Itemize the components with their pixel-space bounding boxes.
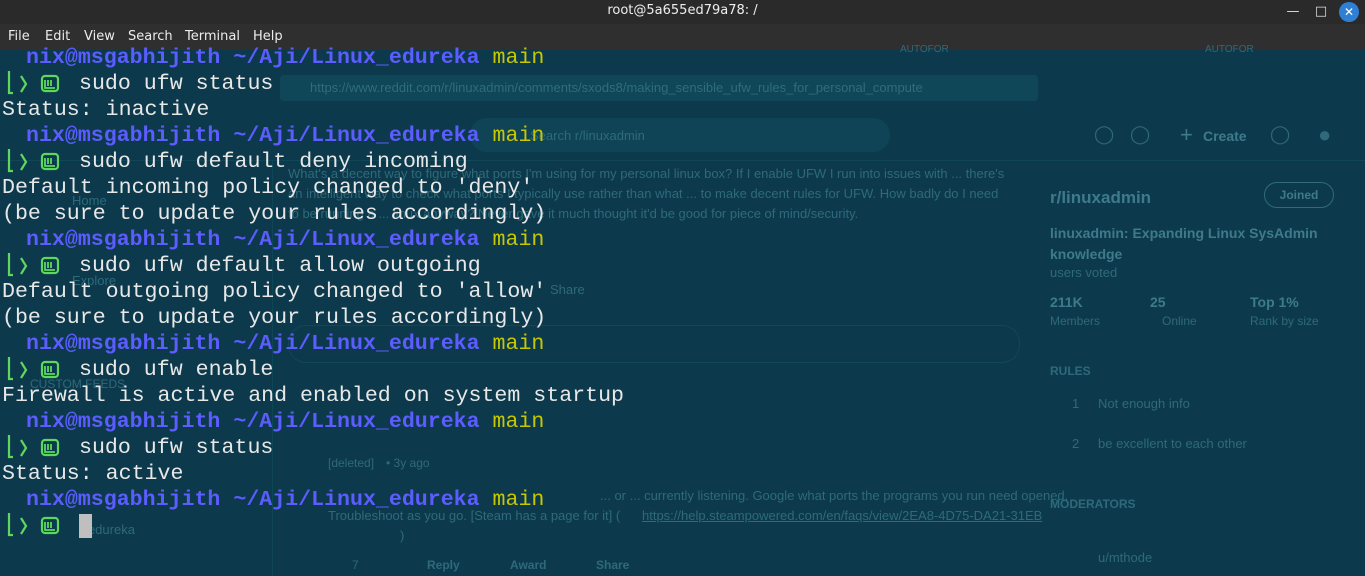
command-line: sudo ufw status bbox=[79, 72, 274, 96]
terminal-output[interactable]: nix@msgabhijith ~/Aji/Linux_edureka main… bbox=[0, 44, 1365, 576]
prompt-arrow-icon bbox=[7, 357, 60, 381]
prompt-arrow-icon bbox=[7, 71, 60, 95]
prompt-branch: main bbox=[492, 46, 545, 70]
prompt-line: nix@msgabhijith ~/Aji/Linux_edureka main bbox=[2, 331, 544, 357]
prompt-user: nix@msgabhijith bbox=[26, 332, 221, 356]
window-title: root@5a655ed79a78: / bbox=[607, 3, 758, 18]
prompt-line: nix@msgabhijith ~/Aji/Linux_edureka main bbox=[2, 409, 544, 435]
menu-view[interactable]: View bbox=[84, 29, 115, 44]
output-line: (be sure to update your rules accordingl… bbox=[2, 306, 547, 330]
prompt-branch: main bbox=[492, 488, 545, 512]
prompt-arrow-icon bbox=[7, 513, 60, 537]
terminal-cursor[interactable] bbox=[79, 514, 92, 538]
prompt-path: ~/Aji/Linux_edureka bbox=[233, 410, 480, 434]
maximize-button[interactable]: □ bbox=[1311, 2, 1331, 22]
window-titlebar: root@5a655ed79a78: / — □ ✕ bbox=[0, 0, 1365, 24]
minimize-button[interactable]: — bbox=[1283, 2, 1303, 22]
command-line: sudo ufw status bbox=[79, 436, 274, 460]
prompt-branch: main bbox=[492, 410, 545, 434]
output-line: (be sure to update your rules accordingl… bbox=[2, 202, 547, 226]
prompt-arrow-icon bbox=[7, 149, 60, 173]
prompt-path: ~/Aji/Linux_edureka bbox=[233, 124, 480, 148]
output-line: Status: active bbox=[2, 462, 184, 486]
menu-search[interactable]: Search bbox=[128, 29, 173, 44]
prompt-arrow-icon bbox=[7, 253, 60, 277]
prompt-line: nix@msgabhijith ~/Aji/Linux_edureka main bbox=[2, 123, 544, 149]
output-line: Firewall is active and enabled on system… bbox=[2, 384, 625, 408]
prompt-branch: main bbox=[492, 332, 545, 356]
command-line: sudo ufw enable bbox=[79, 358, 274, 382]
menu-terminal[interactable]: Terminal bbox=[185, 29, 240, 44]
output-line: Status: inactive bbox=[2, 98, 210, 122]
command-line: sudo ufw default deny incoming bbox=[79, 150, 468, 174]
prompt-user: nix@msgabhijith bbox=[26, 488, 221, 512]
prompt-path: ~/Aji/Linux_edureka bbox=[233, 332, 480, 356]
menu-help[interactable]: Help bbox=[253, 29, 283, 44]
prompt-user: nix@msgabhijith bbox=[26, 46, 221, 70]
menu-edit[interactable]: Edit bbox=[45, 29, 70, 44]
output-line: Default outgoing policy changed to 'allo… bbox=[2, 280, 547, 304]
prompt-path: ~/Aji/Linux_edureka bbox=[233, 228, 480, 252]
command-line: sudo ufw default allow outgoing bbox=[79, 254, 481, 278]
prompt-branch: main bbox=[492, 228, 545, 252]
prompt-line: nix@msgabhijith ~/Aji/Linux_edureka main bbox=[2, 227, 544, 253]
prompt-path: ~/Aji/Linux_edureka bbox=[233, 488, 480, 512]
prompt-line: nix@msgabhijith ~/Aji/Linux_edureka main bbox=[2, 45, 544, 71]
close-button[interactable]: ✕ bbox=[1339, 2, 1359, 22]
prompt-user: nix@msgabhijith bbox=[26, 124, 221, 148]
menu-file[interactable]: File bbox=[8, 29, 30, 44]
prompt-branch: main bbox=[492, 124, 545, 148]
prompt-user: nix@msgabhijith bbox=[26, 410, 221, 434]
prompt-arrow-icon bbox=[7, 435, 60, 459]
prompt-user: nix@msgabhijith bbox=[26, 228, 221, 252]
output-line: Default incoming policy changed to 'deny… bbox=[2, 176, 534, 200]
prompt-line: nix@msgabhijith ~/Aji/Linux_edureka main bbox=[2, 487, 544, 513]
prompt-path: ~/Aji/Linux_edureka bbox=[233, 46, 480, 70]
